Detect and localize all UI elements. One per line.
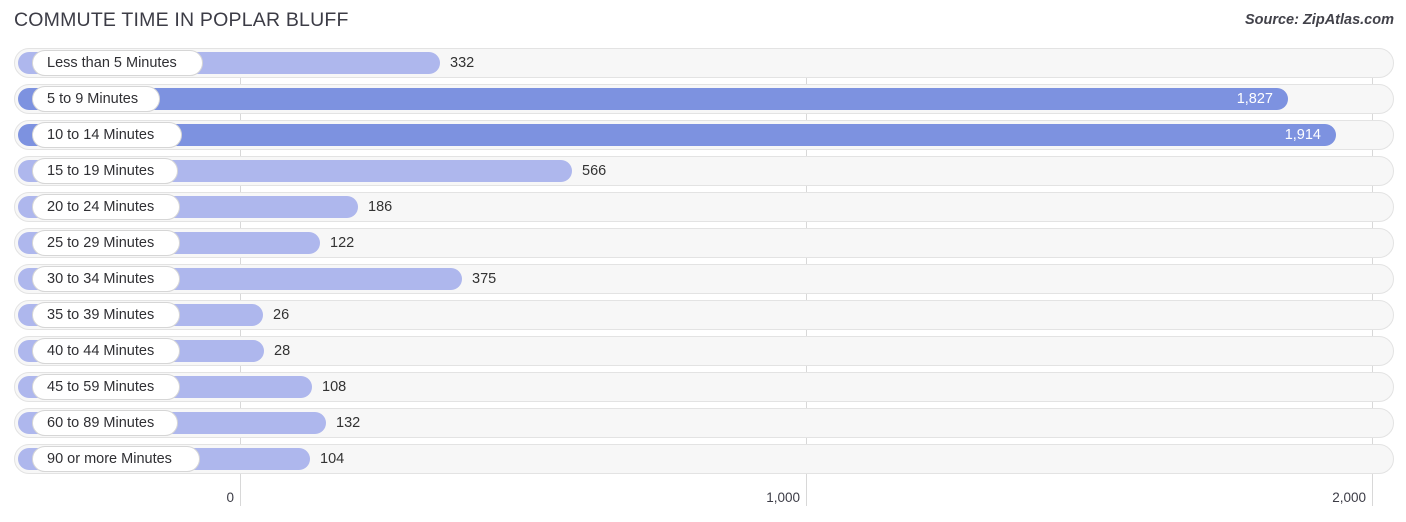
bar-category-label: 45 to 59 Minutes: [32, 374, 180, 400]
bar-value-label: 375: [472, 271, 497, 287]
source-attribution: Source: ZipAtlas.com: [1244, 12, 1394, 28]
bar-value-label: 108: [322, 379, 347, 395]
axis-tick-mark: [240, 486, 241, 506]
bar-row: 30 to 34 Minutes 375: [0, 264, 1406, 294]
bar-category-label-text: 5 to 9 Minutes: [47, 90, 139, 107]
bar-value-label: 566: [582, 163, 607, 179]
bar-value-label: 1,827: [1236, 91, 1273, 107]
bar-row: 15 to 19 Minutes 566: [0, 156, 1406, 186]
bar-category-label-text: 25 to 29 Minutes: [47, 234, 155, 251]
chart-plot-area: Less than 5 Minutes 332 5 to 9 Minutes 1,82…: [0, 48, 1406, 486]
bar-rows: Less than 5 Minutes 332 5 to 9 Minutes 1,82…: [0, 48, 1406, 480]
bar-category-label: 5 to 9 Minutes: [32, 86, 160, 112]
chart-header: COMMUTE TIME IN POPLAR BLUFF Source: Zip…: [0, 0, 1406, 45]
bar-category-label-text: 60 to 89 Minutes: [47, 414, 155, 431]
bar-row: 10 to 14 Minutes 1,914: [0, 120, 1406, 150]
bar-row: 40 to 44 Minutes 28: [0, 336, 1406, 366]
bar-category-label: 35 to 39 Minutes: [32, 302, 180, 328]
bar-category-label-text: 40 to 44 Minutes: [47, 342, 155, 359]
bar-category-label: 10 to 14 Minutes: [32, 122, 182, 148]
bar-category-label-text: Less than 5 Minutes: [47, 54, 177, 71]
bar-category-label: 20 to 24 Minutes: [32, 194, 180, 220]
bar-row: 5 to 9 Minutes 1,827: [0, 84, 1406, 114]
bar-category-label: 25 to 29 Minutes: [32, 230, 180, 256]
bar-row: 45 to 59 Minutes 108: [0, 372, 1406, 402]
bar-row: 20 to 24 Minutes 186: [0, 192, 1406, 222]
bar-category-label: 60 to 89 Minutes: [32, 410, 178, 436]
bar-category-label: Less than 5 Minutes: [32, 50, 203, 76]
bar-value-label: 26: [273, 307, 290, 323]
bar-row: 25 to 29 Minutes 122: [0, 228, 1406, 258]
bar-row: Less than 5 Minutes 332: [0, 48, 1406, 78]
axis-tick-mark: [806, 486, 807, 506]
bar-category-label-text: 90 or more Minutes: [47, 450, 172, 467]
bar-category-label-text: 20 to 24 Minutes: [47, 198, 155, 215]
axis-tick-label: 1,000: [766, 490, 800, 505]
bar-fill[interactable]: [18, 124, 1336, 146]
bar-value-label: 104: [320, 451, 345, 467]
axis-tick-mark: [1372, 486, 1373, 506]
bar-value-label: 122: [330, 235, 355, 251]
bar-category-label-text: 45 to 59 Minutes: [47, 378, 155, 395]
bar-category-label-text: 15 to 19 Minutes: [47, 162, 155, 179]
page-title: COMMUTE TIME IN POPLAR BLUFF: [14, 9, 349, 31]
axis-tick-label: 0: [226, 490, 234, 505]
bar-value-label: 132: [336, 415, 361, 431]
bar-category-label-text: 30 to 34 Minutes: [47, 270, 155, 287]
bar-category-label-text: 35 to 39 Minutes: [47, 306, 155, 323]
bar-category-label: 90 or more Minutes: [32, 446, 200, 472]
bar-value-label: 186: [368, 199, 393, 215]
bar-value-label: 1,914: [1284, 127, 1321, 143]
bar-category-label: 40 to 44 Minutes: [32, 338, 180, 364]
bar-row: 90 or more Minutes 104: [0, 444, 1406, 474]
bar-category-label: 30 to 34 Minutes: [32, 266, 180, 292]
bar-fill[interactable]: [18, 88, 1288, 110]
bar-category-label: 15 to 19 Minutes: [32, 158, 178, 184]
bar-value-label: 332: [450, 55, 475, 71]
bar-category-label-text: 10 to 14 Minutes: [47, 126, 155, 143]
x-axis: 0 1,000 2,000: [0, 486, 1406, 522]
bar-value-label: 28: [274, 343, 291, 359]
axis-tick-label: 2,000: [1332, 490, 1366, 505]
bar-row: 35 to 39 Minutes 26: [0, 300, 1406, 330]
bar-row: 60 to 89 Minutes 132: [0, 408, 1406, 438]
